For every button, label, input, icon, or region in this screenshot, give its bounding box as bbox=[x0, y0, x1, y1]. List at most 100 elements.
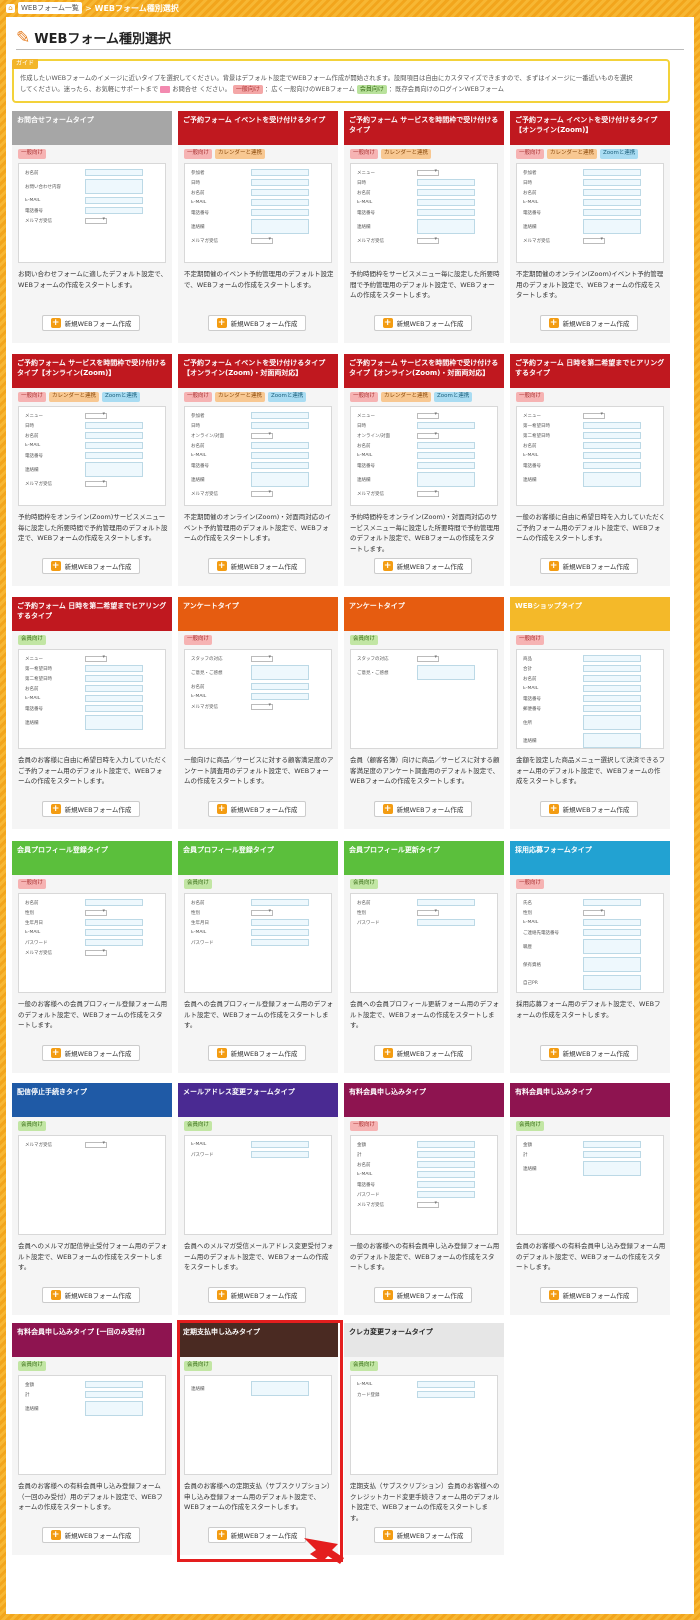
preview-input bbox=[417, 1141, 475, 1148]
preview-field: 連絡欄 bbox=[25, 714, 159, 731]
home-icon[interactable]: ⌂ bbox=[6, 3, 15, 13]
form-type-card[interactable]: 有料会員申し込みタイプ 会員向け 金額計連絡欄 会員のお客様への有料会員申し込み登録フ… bbox=[510, 1083, 670, 1315]
preview-field-label: 電話番号 bbox=[357, 1182, 375, 1188]
form-type-card[interactable]: ご予約フォーム サービスを時間枠で受け付けるタイプ【オンライン(Zoom)・対面… bbox=[344, 354, 504, 586]
new-webform-button[interactable]: + 新規WEBフォーム作成 bbox=[540, 558, 638, 574]
preview-input bbox=[417, 1191, 475, 1198]
plus-icon: + bbox=[548, 1048, 559, 1058]
new-webform-button[interactable]: + 新規WEBフォーム作成 bbox=[374, 1045, 472, 1061]
form-type-card[interactable]: ご予約フォーム イベントを受け付けるタイプ 一般向け カレンダーと連携 参加者 日時 お名… bbox=[178, 111, 338, 343]
form-type-card[interactable]: アンケートタイプ一般向けスタッフの対応ご意見・ご感想お名前 E-MAIL メルマガ受… bbox=[178, 597, 338, 829]
new-webform-button[interactable]: + 新規WEBフォーム作成 bbox=[208, 1287, 306, 1303]
preview-field: お名前 bbox=[357, 188, 491, 197]
preview-field-label: メニュー bbox=[357, 413, 375, 419]
form-type-card[interactable]: 会員プロフィール更新タイプ会員向けお名前性別パスワード会員への会員プロフィール更… bbox=[344, 841, 504, 1073]
preview-field: E-MAIL bbox=[25, 441, 159, 450]
new-webform-button-label: 新規WEBフォーム作成 bbox=[396, 806, 464, 814]
new-webform-button[interactable]: + 新規WEBフォーム作成 bbox=[540, 315, 638, 331]
preview-field: オンライン/対面 bbox=[357, 431, 491, 440]
plus-icon: + bbox=[382, 561, 393, 571]
form-preview: お名前性別生年月日 E-MAIL パスワードメルマガ受信 bbox=[18, 893, 166, 993]
card-description: 一般のお客様への会員プロフィール登録フォーム用のデフォルト設定で、WEBフォーム… bbox=[18, 1000, 168, 1029]
new-webform-button-label: 新規WEBフォーム作成 bbox=[64, 1532, 132, 1540]
new-webform-button[interactable]: + 新規WEBフォーム作成 bbox=[42, 1287, 140, 1303]
form-type-card[interactable]: ご予約フォーム サービスを時間枠で受け付けるタイプ【オンライン(Zoom)】 一般… bbox=[12, 354, 172, 586]
form-type-card[interactable]: ご予約フォーム イベントを受け付けるタイプ【オンライン(Zoom)・対面両対応】… bbox=[178, 354, 338, 586]
form-type-card[interactable]: 会員プロフィール登録タイプ一般向けお名前性別生年月日 E-MAIL パスワードメルマ… bbox=[12, 841, 172, 1073]
new-webform-button[interactable]: + 新規WEBフォーム作成 bbox=[42, 801, 140, 817]
preview-input bbox=[417, 219, 475, 234]
preview-field-label: 電話番号 bbox=[191, 463, 209, 469]
preview-field: E-MAIL bbox=[523, 198, 657, 207]
new-webform-button[interactable]: + 新規WEBフォーム作成 bbox=[540, 1045, 638, 1061]
form-preview: スタッフの対応ご意見・ご感想 bbox=[350, 649, 498, 749]
form-type-card[interactable]: アンケートタイプ会員向けスタッフの対応ご意見・ご感想会員（顧客名簿）向けに商品／… bbox=[344, 597, 504, 829]
new-webform-button[interactable]: + 新規WEBフォーム作成 bbox=[374, 801, 472, 817]
card-badges: 一般向け bbox=[516, 635, 545, 645]
new-webform-button-label: 新規WEBフォーム作成 bbox=[230, 1532, 298, 1540]
new-webform-button[interactable]: + 新規WEBフォーム作成 bbox=[42, 1045, 140, 1061]
form-type-card[interactable]: ご予約フォーム 日時を第二希望までヒアリングするタイプ一般向けメニュー第一希望日… bbox=[510, 354, 670, 586]
form-type-card[interactable]: 会員プロフィール登録タイプ会員向けお名前性別生年月日 E-MAIL パスワード会員へ… bbox=[178, 841, 338, 1073]
preview-input bbox=[583, 1141, 641, 1148]
breadcrumb-link[interactable]: WEBフォーム一覧 bbox=[18, 2, 82, 14]
new-webform-button[interactable]: + 新規WEBフォーム作成 bbox=[42, 315, 140, 331]
preview-field-label: 性別 bbox=[191, 910, 200, 916]
new-webform-button[interactable]: + 新規WEBフォーム作成 bbox=[42, 1527, 140, 1543]
new-webform-button[interactable]: + 新規WEBフォーム作成 bbox=[208, 315, 306, 331]
new-webform-button[interactable]: + 新規WEBフォーム作成 bbox=[208, 558, 306, 574]
preview-field: 日時 bbox=[523, 178, 657, 187]
new-webform-button-label: 新規WEBフォーム作成 bbox=[396, 1532, 464, 1540]
form-type-card[interactable]: ご予約フォーム サービスを時間枠で受け付けるタイプ 一般向け カレンダーと連携 メニュ… bbox=[344, 111, 504, 343]
card-description: 一般のお客様に自由に希望日時を入力していただくご予約フォーム用のデフォルト設定で… bbox=[516, 513, 666, 542]
plus-icon: + bbox=[382, 1290, 393, 1300]
plus-icon: + bbox=[382, 318, 393, 328]
new-webform-button-label: 新規WEBフォーム作成 bbox=[562, 1292, 630, 1300]
card-badges: 一般向け カレンダーと連携 Zoomと連携 bbox=[350, 392, 473, 402]
form-type-card[interactable]: ご予約フォーム 日時を第二希望までヒアリングするタイプ会員向けメニュー第一希望日… bbox=[12, 597, 172, 829]
new-webform-button-label: 新規WEBフォーム作成 bbox=[396, 563, 464, 571]
preview-input bbox=[85, 715, 143, 730]
mail-icon[interactable] bbox=[160, 85, 171, 93]
new-webform-button[interactable]: + 新規WEBフォーム作成 bbox=[208, 801, 306, 817]
new-webform-button-label: 新規WEBフォーム作成 bbox=[562, 806, 630, 814]
card-title: お問合せフォームタイプ bbox=[12, 111, 172, 145]
preview-input bbox=[583, 655, 641, 662]
card-badge: 一般向け bbox=[18, 879, 47, 889]
new-webform-button[interactable]: + 新規WEBフォーム作成 bbox=[374, 1287, 472, 1303]
preview-field: メルマガ受信 bbox=[191, 236, 325, 245]
form-type-card[interactable]: メールアドレス変更フォームタイプ 会員向け E-MAIL パスワード 会員へのメルマガ受… bbox=[178, 1083, 338, 1315]
form-type-card[interactable]: 有料会員申し込みタイプ 一般向け 金額計お名前 E-MAIL 電話番号 パスワード メルマガ… bbox=[344, 1083, 504, 1315]
new-webform-button[interactable]: + 新規WEBフォーム作成 bbox=[374, 558, 472, 574]
form-type-card[interactable]: 定期支払申し込みタイプ 会員向け 連絡欄 会員のお客様への定期支払（サブスクリプション… bbox=[178, 1323, 338, 1555]
form-type-card[interactable]: ご予約フォーム イベントを受け付けるタイプ【オンライン(Zoom)】 一般向け カレ… bbox=[510, 111, 670, 343]
preview-field: メルマガ受信 bbox=[357, 489, 491, 498]
guide-mail-link[interactable]: お問合せ bbox=[172, 86, 197, 93]
new-webform-button[interactable]: + 新規WEBフォーム作成 bbox=[374, 1527, 472, 1543]
form-type-card[interactable]: お問合せフォームタイプ 一般向け お名前 お問い合わせ内容 E-MAIL 電話番号 メルマガ… bbox=[12, 111, 172, 343]
card-badge: Zoomと連携 bbox=[268, 392, 307, 402]
plus-icon: + bbox=[382, 1048, 393, 1058]
preview-input bbox=[583, 462, 641, 469]
preview-input bbox=[417, 919, 475, 926]
form-type-card[interactable]: クレカ変更フォームタイプ 会員向け E-MAIL カード登録 定期支払（サブスクリプショ… bbox=[344, 1323, 504, 1555]
new-webform-button[interactable]: + 新規WEBフォーム作成 bbox=[208, 1527, 306, 1543]
new-webform-button[interactable]: + 新規WEBフォーム作成 bbox=[374, 315, 472, 331]
new-webform-button[interactable]: + 新規WEBフォーム作成 bbox=[540, 801, 638, 817]
preview-field-label: パスワード bbox=[357, 920, 380, 926]
new-webform-button[interactable]: + 新規WEBフォーム作成 bbox=[42, 558, 140, 574]
plus-icon: + bbox=[382, 804, 393, 814]
preview-field: メルマガ受信 bbox=[25, 479, 159, 488]
card-badges: 一般向け bbox=[18, 149, 47, 159]
form-type-card[interactable]: WEBショップタイプ 一般向け 商品 合計 お名前 E-MAIL 電話番号 郵便番号 住所 連絡欄… bbox=[510, 597, 670, 829]
preview-input bbox=[85, 899, 143, 906]
form-type-card[interactable]: 採用応募フォームタイプ一般向け氏名性別 E-MAIL ご連絡先電話番号職歴保有資格自… bbox=[510, 841, 670, 1073]
card-badges: 会員向け bbox=[184, 879, 213, 889]
preview-field: 電話番号 bbox=[25, 704, 159, 713]
preview-field: E-MAIL bbox=[523, 918, 657, 927]
form-type-card[interactable]: 有料会員申し込みタイプ [一回のみ受付] 会員向け 金額計連絡欄 会員のお客様への有料… bbox=[12, 1323, 172, 1555]
card-badge: 会員向け bbox=[350, 879, 379, 889]
new-webform-button[interactable]: + 新規WEBフォーム作成 bbox=[540, 1287, 638, 1303]
form-type-card[interactable]: 配信停止手続きタイプ会員向けメルマガ受信会員へのメルマガ配信停止受付フォーム用の… bbox=[12, 1083, 172, 1315]
new-webform-button[interactable]: + 新規WEBフォーム作成 bbox=[208, 1045, 306, 1061]
